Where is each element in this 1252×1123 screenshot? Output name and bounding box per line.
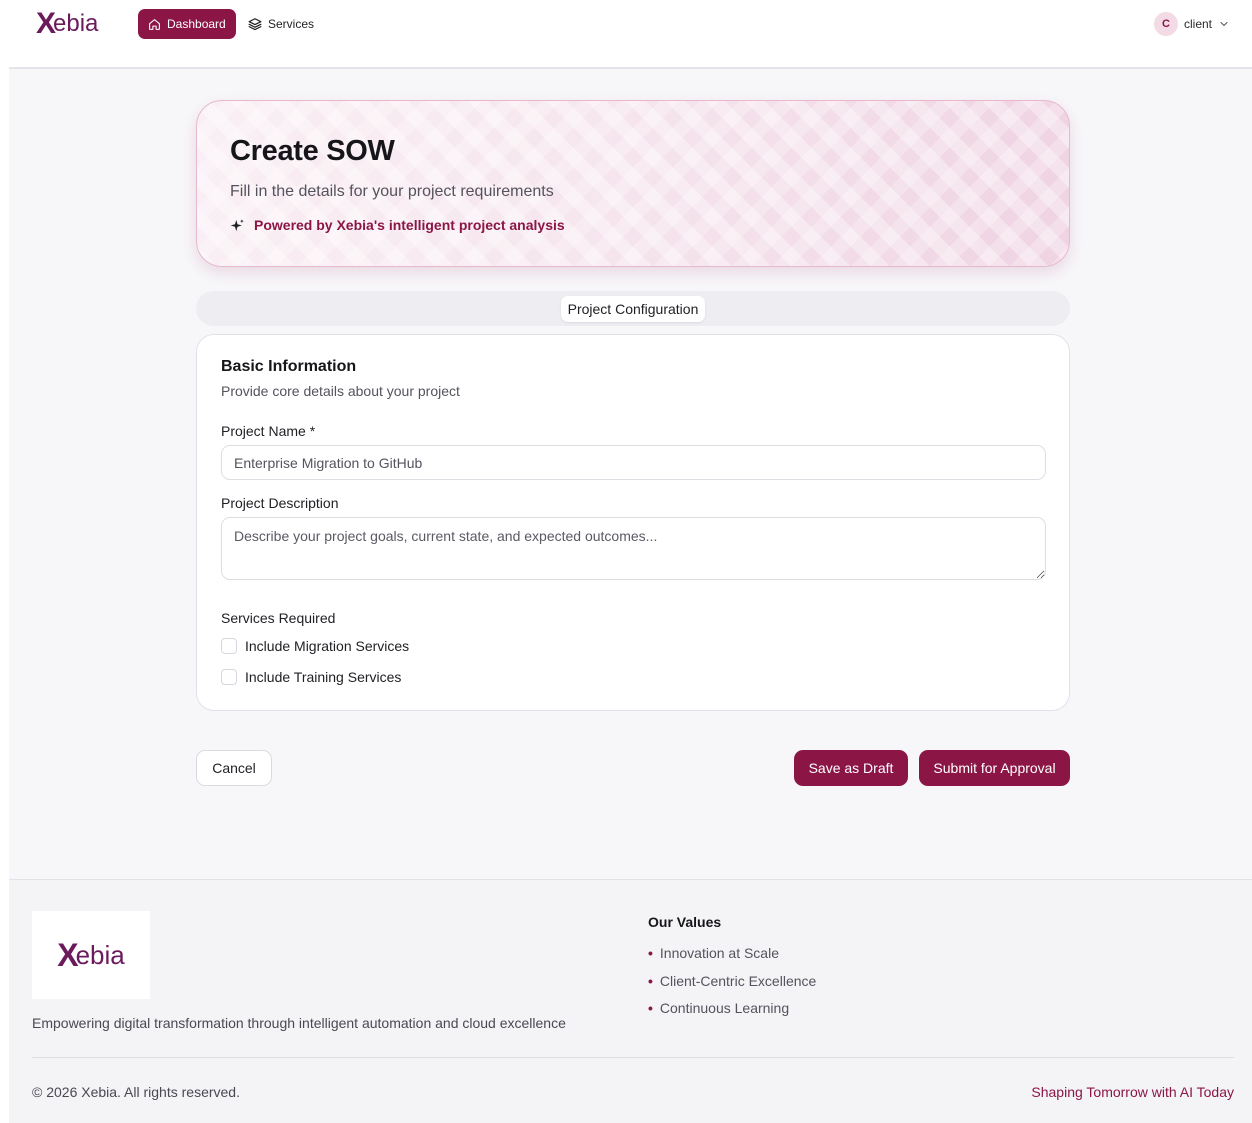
bullet-icon: • (648, 945, 653, 961)
powered-by-note: Powered by Xebia's intelligent project a… (230, 217, 565, 233)
training-services-label: Include Training Services (245, 669, 402, 685)
footer-logo: X ebia (32, 911, 150, 999)
section-subtitle: Provide core details about your project (221, 383, 460, 399)
basic-information-card: Basic Information Provide core details a… (196, 334, 1070, 711)
section-title: Basic Information (221, 358, 357, 375)
footer-divider (32, 1057, 1234, 1058)
value-text: Client-Centric Excellence (659, 972, 817, 989)
sparkles-icon (230, 218, 244, 231)
footer-tagline: Empowering digital transformation throug… (32, 1015, 566, 1031)
project-name-input[interactable] (221, 445, 1046, 480)
footer-logo-text: ebia (75, 940, 125, 970)
nav-dashboard-label: Dashboard (167, 17, 226, 31)
values-heading: Our Values (648, 914, 722, 930)
user-menu[interactable]: C client (1153, 12, 1230, 36)
services-required-label: Services Required (221, 610, 336, 626)
xebia-logo[interactable]: X ebia (36, 8, 98, 40)
save-draft-button[interactable]: Save as Draft (794, 750, 908, 786)
nav-services-label: Services (268, 17, 315, 31)
nav-dashboard-button[interactable]: Dashboard (138, 9, 236, 39)
bullet-icon: • (648, 972, 653, 989)
training-services-checkbox[interactable] (221, 669, 237, 685)
bullet-icon: • (648, 1000, 653, 1016)
logo-text: ebia (53, 10, 99, 37)
layers-icon (248, 18, 262, 31)
page-title: Create SOW (230, 135, 395, 167)
cancel-button[interactable]: Cancel (196, 750, 272, 786)
list-item: • Client-Centric Excellence (648, 973, 816, 1001)
page-subtitle: Fill in the details for your project req… (230, 183, 554, 200)
training-services-option[interactable]: Include Training Services (221, 669, 401, 685)
powered-by-text: Powered by Xebia's intelligent project a… (254, 217, 565, 233)
value-text: Continuous Learning (659, 1000, 790, 1016)
hero-banner: Create SOW Fill in the details for your … (196, 100, 1070, 267)
migration-services-label: Include Migration Services (245, 638, 410, 654)
migration-services-option[interactable]: Include Migration Services (221, 638, 409, 654)
top-header: X ebia Dashboard Services C client (0, 0, 1252, 68)
project-description-textarea[interactable] (221, 517, 1046, 580)
migration-services-checkbox[interactable] (221, 638, 237, 654)
home-icon (149, 18, 160, 30)
footer-logo-mark: X (57, 937, 78, 973)
page-footer: X ebia Empowering digital transformation… (9, 879, 1252, 1123)
list-item: • Continuous Learning (648, 1000, 816, 1028)
values-list: • Innovation at Scale • Client-Centric Exc… (648, 945, 816, 1028)
user-name: client (1183, 17, 1212, 31)
list-item: • Innovation at Scale (648, 945, 816, 973)
project-description-label: Project Description (221, 495, 339, 511)
nav-services-button[interactable]: Services (240, 9, 326, 39)
value-text: Innovation at Scale (659, 945, 779, 961)
avatar: C (1153, 12, 1178, 36)
tab-bar: Project Configuration (196, 291, 1070, 326)
chevron-down-icon (1220, 22, 1228, 26)
submit-approval-button[interactable]: Submit for Approval (919, 750, 1070, 786)
tab-project-configuration[interactable]: Project Configuration (561, 296, 705, 322)
footer-slogan: Shaping Tomorrow with AI Today (1031, 1084, 1234, 1100)
copyright-text: © 2026 Xebia. All rights reserved. (32, 1084, 240, 1100)
project-name-label: Project Name * (221, 423, 316, 439)
